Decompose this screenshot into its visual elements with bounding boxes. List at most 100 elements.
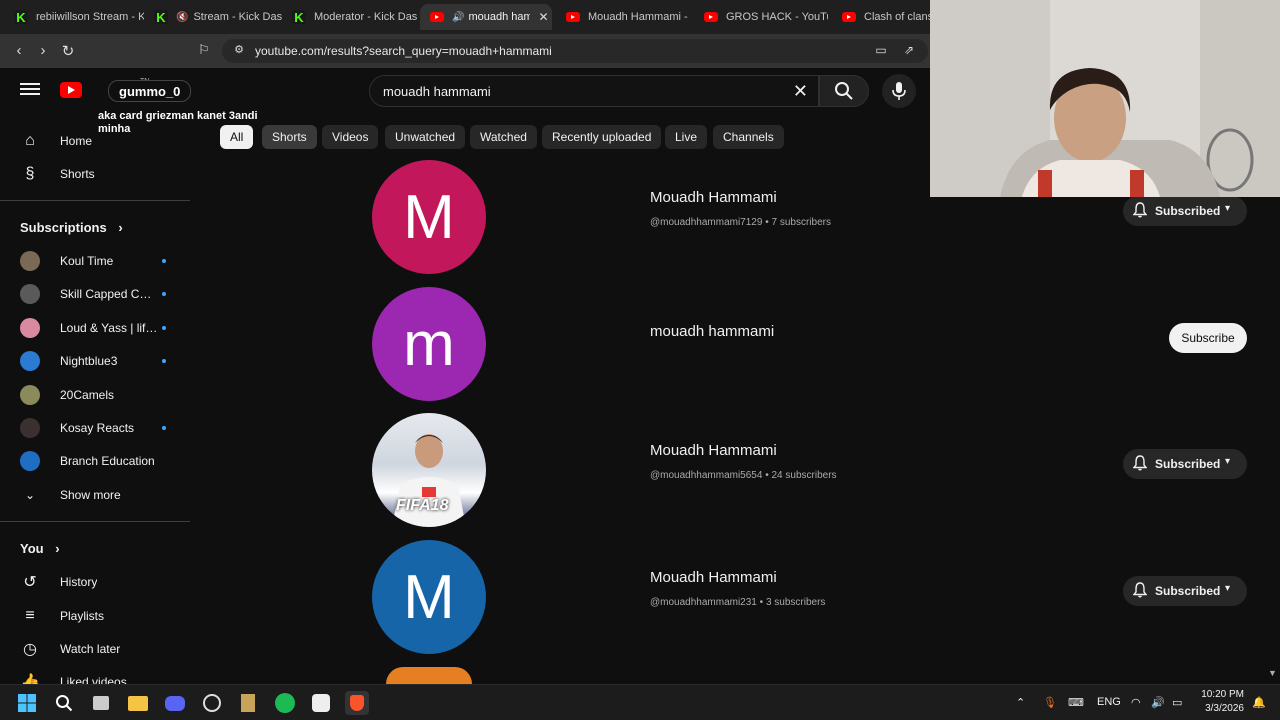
chip-unwatched[interactable]: Unwatched bbox=[385, 125, 466, 149]
browser-tab[interactable]: Mouadh Hammami - bbox=[556, 4, 690, 30]
tab-label: Clash of clans m bbox=[864, 11, 930, 23]
channel-name[interactable]: Mouadh Hammami bbox=[650, 569, 777, 586]
search-icon bbox=[835, 82, 853, 100]
sidebar-label: History bbox=[60, 575, 98, 589]
subscriber-count: 7 subscribers bbox=[771, 217, 831, 228]
close-icon[interactable]: ✕ bbox=[538, 10, 548, 24]
start-button[interactable] bbox=[15, 691, 39, 715]
reload-icon[interactable]: ↻ bbox=[59, 42, 77, 60]
browser-tab[interactable]: GROS HACK - YouTub bbox=[694, 4, 828, 30]
browser-tab[interactable]: K Moderator - Kick Dash bbox=[282, 4, 418, 30]
discord-icon[interactable] bbox=[163, 691, 187, 715]
sidebar-item-subscription[interactable]: Loud & Yass | life... bbox=[0, 311, 190, 345]
chevron-down-icon: ▾ bbox=[1225, 583, 1231, 594]
channel-name[interactable]: Mouadh Hammami bbox=[650, 189, 777, 206]
clock[interactable]: 10:20 PM 3/3/2026 bbox=[1196, 688, 1244, 716]
microphone-icon[interactable]: 🎙 bbox=[1043, 696, 1057, 709]
volume-icon[interactable]: 🔊 bbox=[1151, 696, 1165, 709]
sidebar-item-subscription[interactable]: Koul Time bbox=[0, 244, 190, 278]
new-content-dot bbox=[162, 326, 166, 330]
search-glyph bbox=[56, 695, 73, 712]
keyboard-icon[interactable]: ⌨ bbox=[1068, 696, 1084, 709]
date: 3/3/2026 bbox=[1205, 703, 1244, 714]
sidebar-item-subscription[interactable]: Nightblue3 bbox=[0, 344, 190, 378]
sidebar-item-subscription[interactable]: 20Camels bbox=[0, 378, 190, 412]
browser-tab[interactable]: K rebiiwillson Stream - Ki bbox=[4, 4, 144, 30]
file-explorer-icon[interactable] bbox=[126, 691, 150, 715]
browser-tab[interactable]: Clash of clans m bbox=[832, 4, 930, 30]
kick-icon: K bbox=[14, 10, 28, 25]
url-field[interactable]: ⚙ youtube.com/results?search_query=mouad… bbox=[222, 39, 928, 63]
webcam-overlay bbox=[930, 0, 1280, 197]
sidebar-item-subscription[interactable]: Skill Capped Cha... bbox=[0, 277, 190, 311]
clear-icon[interactable]: ✕ bbox=[793, 81, 808, 102]
back-icon[interactable]: ‹ bbox=[10, 42, 28, 59]
clock-icon: ◷ bbox=[23, 641, 37, 658]
subscribed-label: Subscribed bbox=[1155, 457, 1221, 471]
chevron-up-icon[interactable]: ⌃ bbox=[1016, 696, 1025, 709]
sidebar-item-watch-later[interactable]: ◷ Watch later bbox=[0, 632, 190, 666]
forward-icon[interactable]: › bbox=[34, 42, 52, 59]
bookmark-icon[interactable]: ⚐ bbox=[195, 42, 213, 58]
you-heading[interactable]: You › bbox=[20, 541, 60, 556]
chip-channels[interactable]: Channels bbox=[713, 125, 784, 149]
chip-all[interactable]: All bbox=[220, 125, 254, 149]
task-view-icon[interactable] bbox=[89, 691, 113, 715]
subscribe-button[interactable]: Subscribe bbox=[1169, 323, 1247, 353]
avatar bbox=[20, 351, 40, 371]
sidebar-item-subscription[interactable]: Branch Education bbox=[0, 444, 190, 478]
channel-meta: @mouadhhammami7129 • 7 subscribers bbox=[650, 217, 831, 228]
spotify-icon[interactable] bbox=[273, 691, 297, 715]
channel-name[interactable]: Mouadh Hammami bbox=[650, 442, 777, 459]
subscribed-button[interactable]: Subscribed ▾ bbox=[1123, 576, 1247, 606]
channel-avatar[interactable]: m bbox=[372, 287, 486, 401]
sidebar-item-playlists[interactable]: ≡ Playlists bbox=[0, 599, 190, 633]
browser-tab-active[interactable]: 🔊 mouadh hamm ✕ bbox=[420, 4, 552, 30]
sidebar-label: Skill Capped Cha... bbox=[60, 287, 158, 301]
chip-videos[interactable]: Videos bbox=[322, 125, 379, 149]
sidebar-item-show-more[interactable]: ⌄ Show more bbox=[0, 478, 190, 512]
channel-name[interactable]: mouadh hammami bbox=[650, 323, 774, 340]
cast-icon[interactable]: ▭ bbox=[872, 43, 890, 57]
obs-icon[interactable] bbox=[200, 691, 224, 715]
menu-icon[interactable] bbox=[20, 80, 40, 98]
sidebar-item-liked-videos[interactable]: 👍 Liked videos bbox=[0, 665, 190, 684]
subscriptions-title: Subscriptions bbox=[20, 220, 107, 235]
brave-icon[interactable] bbox=[345, 691, 369, 715]
sidebar-item-shorts[interactable]: § Shorts bbox=[0, 157, 190, 191]
channel-avatar[interactable]: M bbox=[372, 160, 486, 274]
chip-recently-uploaded[interactable]: Recently uploaded bbox=[542, 125, 662, 149]
site-settings-icon[interactable]: ⚙ bbox=[230, 43, 248, 56]
search-icon[interactable] bbox=[52, 691, 76, 715]
channel-avatar-partial[interactable] bbox=[386, 667, 472, 684]
browser-tab[interactable]: K 🔇 Stream - Kick Dash bbox=[144, 4, 282, 30]
search-button[interactable] bbox=[819, 75, 869, 107]
app-icon[interactable] bbox=[309, 691, 333, 715]
scroll-down-icon[interactable]: ▼ bbox=[1268, 668, 1277, 678]
channel-avatar[interactable]: M bbox=[372, 540, 486, 654]
league-client-icon[interactable] bbox=[236, 691, 260, 715]
chevron-right-icon: › bbox=[118, 220, 123, 235]
subscriptions-heading[interactable]: Subscriptions › bbox=[20, 220, 123, 235]
chip-watched[interactable]: Watched bbox=[470, 125, 537, 149]
search-input[interactable]: mouadh hammami ✕ bbox=[369, 75, 819, 107]
subscribed-button[interactable]: Subscribed ▾ bbox=[1123, 449, 1247, 479]
youtube-logo[interactable] bbox=[60, 82, 82, 98]
sidebar-item-subscription[interactable]: Kosay Reacts bbox=[0, 411, 190, 445]
chip-live[interactable]: Live bbox=[665, 125, 708, 149]
battery-icon[interactable]: ▭ bbox=[1172, 696, 1182, 709]
chip-shorts[interactable]: Shorts bbox=[262, 125, 317, 149]
subscribed-button[interactable]: Subscribed ▾ bbox=[1123, 196, 1247, 226]
voice-search-button[interactable] bbox=[882, 74, 916, 108]
sidebar-item-history[interactable]: ↺ History bbox=[0, 565, 190, 599]
tab-label: rebiiwillson Stream - Ki bbox=[36, 11, 144, 23]
wifi-icon[interactable]: ◠ bbox=[1131, 696, 1141, 709]
share-icon[interactable]: ⇗ bbox=[900, 43, 918, 57]
sidebar-item-home[interactable]: ⌂ Home bbox=[0, 124, 190, 158]
chevron-down-icon: ⌄ bbox=[24, 488, 36, 502]
channel-avatar[interactable]: FIFA18 bbox=[372, 413, 486, 527]
mic-icon bbox=[892, 82, 906, 100]
notification-icon[interactable]: 🔔 bbox=[1252, 696, 1266, 709]
language-indicator[interactable]: ENG bbox=[1097, 696, 1121, 708]
channel-handle: @mouadhhammami7129 bbox=[650, 217, 763, 228]
